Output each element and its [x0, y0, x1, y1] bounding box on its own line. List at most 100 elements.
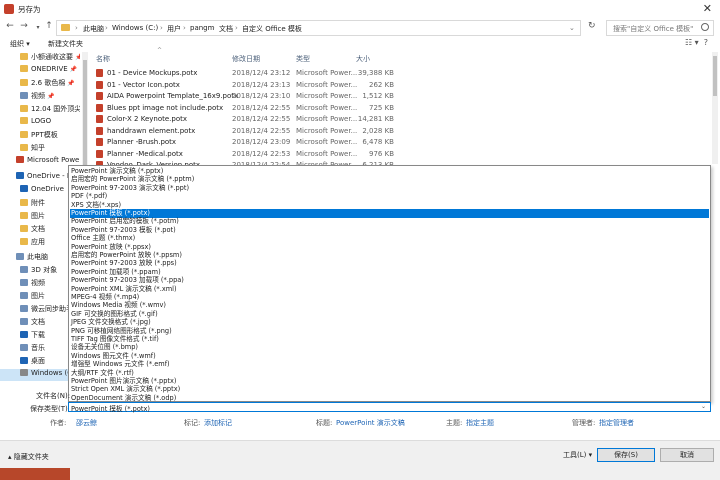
breadcrumb-item[interactable]: 自定义 Office 模板 — [242, 24, 302, 34]
nav-item-label: 2.6 歌色棉 — [31, 79, 66, 87]
search-placeholder: 搜索"自定义 Office 模板" — [613, 25, 694, 33]
dropdown-chevron-icon[interactable]: ⌄ — [569, 24, 575, 32]
back-arrow-icon[interactable]: ← — [4, 21, 16, 31]
folder-icon — [20, 79, 28, 86]
nav-item-label: 应用 — [31, 238, 45, 246]
author-label: 作者: — [50, 419, 67, 427]
column-header-type[interactable]: 类型 — [296, 54, 310, 64]
nav-item[interactable]: 小额通收这要 📌 — [0, 52, 80, 64]
nav-item-label: PPT模板 — [31, 131, 58, 139]
forward-arrow-icon[interactable]: → — [18, 21, 30, 31]
nav-item-label: 视频 — [31, 279, 45, 287]
file-size: 725 KB — [369, 103, 394, 112]
folder-icon — [20, 92, 28, 99]
folder-icon — [20, 53, 28, 60]
nav-item-label: 图片 — [31, 292, 45, 300]
nav-item-label: 知乎 — [31, 144, 45, 152]
folder-icon — [20, 279, 28, 286]
powerpoint-icon — [4, 4, 14, 14]
folder-icon — [20, 144, 28, 151]
file-row[interactable]: Blues ppt image not include.potx 2018/12/… — [92, 103, 402, 114]
powerpoint-file-icon — [96, 115, 103, 123]
column-header-date[interactable]: 修改日期 — [232, 54, 260, 64]
folder-icon — [20, 238, 28, 245]
view-options-icon[interactable]: ☷ ▾ ? — [685, 38, 708, 47]
hide-folders-toggle[interactable]: ▴ 隐藏文件夹 — [8, 452, 49, 462]
nav-item-label: 附件 — [31, 199, 45, 207]
breadcrumb-item[interactable]: Windows (C:) — [112, 24, 158, 32]
breadcrumb-item[interactable]: pangm — [190, 24, 214, 32]
save-button[interactable]: 保存(S) — [597, 448, 655, 462]
address-bar[interactable]: › 此电脑 › Windows (C:) › 用户 › pangm › 文档 ›… — [56, 20, 581, 36]
file-row[interactable]: 01 - Device Mockups.potx 2018/12/4 23:12 M… — [92, 68, 402, 79]
savetype-value: PowerPoint 模板 (*.potx) — [71, 405, 150, 413]
nav-item[interactable]: PPT模板 — [0, 130, 80, 142]
breadcrumb-item[interactable]: 此电脑 — [83, 24, 104, 34]
nav-item[interactable]: ONEDRIVE 📌 — [0, 65, 80, 77]
nav-item-label: ONEDRIVE — [31, 65, 68, 73]
file-row[interactable]: 01 - Vector Icon.potx 2018/12/4 23:13 Micr… — [92, 80, 402, 91]
nav-item[interactable]: LOGO — [0, 117, 80, 129]
tools-button[interactable]: 工具(L) ▾ — [563, 450, 592, 460]
folder-icon — [20, 369, 28, 376]
file-date: 2018/12/4 23:12 — [232, 69, 291, 77]
folder-icon — [20, 266, 28, 273]
powerpoint-file-icon — [96, 69, 103, 77]
file-name: handdrawn element.potx — [107, 126, 196, 135]
organize-button[interactable]: 组织 ▾ — [10, 39, 30, 49]
dialog-footer: ▴ 隐藏文件夹 工具(L) ▾ 保存(S) 取消 — [0, 440, 720, 480]
folder-icon — [20, 331, 28, 338]
title-value[interactable]: PowerPoint 演示文稿 — [336, 418, 405, 428]
title-bar: 另存为 ✕ — [0, 0, 720, 18]
file-row[interactable]: AIDA Powerpoint Template_16x9.potx 2018/1… — [92, 91, 402, 102]
folder-icon — [20, 357, 28, 364]
nav-item-label: LOGO — [31, 117, 52, 125]
folder-icon — [20, 105, 28, 112]
nav-item-label: OneDrive — [31, 185, 64, 193]
cancel-button[interactable]: 取消 — [660, 448, 714, 462]
up-arrow-icon[interactable]: ↑ — [43, 21, 55, 31]
nav-item[interactable]: 12.04 国外顶尖 — [0, 104, 80, 116]
address-row: ← → ▾ ↑ › 此电脑 › Windows (C:) › 用户 › pang… — [0, 18, 720, 38]
new-folder-button[interactable]: 新建文件夹 — [48, 39, 83, 49]
file-size: 976 KB — [369, 149, 394, 158]
file-name: 01 - Device Mockups.potx — [107, 69, 198, 77]
breadcrumb-item[interactable]: 文档 — [219, 24, 233, 34]
nav-item[interactable]: 视频 📌 — [0, 91, 80, 103]
powerpoint-file-icon — [96, 92, 103, 100]
refresh-icon[interactable]: ↻ — [588, 21, 596, 31]
file-row[interactable]: handdrawn element.potx 2018/12/4 22:55 Mic… — [92, 126, 402, 137]
sort-ascending-icon: ^ — [157, 47, 163, 54]
savetype-select[interactable]: PowerPoint 模板 (*.potx) ⌄ — [68, 402, 711, 413]
nav-item-label: 微云同步助手 — [31, 305, 73, 313]
file-row[interactable]: Color-X 2 Keynote.potx 2018/12/4 22:55 Mic… — [92, 114, 402, 125]
subject-value[interactable]: 指定主题 — [466, 418, 494, 428]
hide-folders-label: 隐藏文件夹 — [13, 453, 49, 461]
nav-item-label: 3D 对象 — [31, 266, 58, 274]
nav-item[interactable]: 知乎 — [0, 143, 80, 155]
nav-item-label: 12.04 国外顶尖 — [31, 105, 80, 113]
search-input[interactable]: 搜索"自定义 Office 模板" — [606, 20, 714, 36]
file-date: 2018/12/4 23:10 — [232, 92, 291, 100]
file-row[interactable]: Planner -Medical.potx 2018/12/4 22:53 Micr… — [92, 149, 402, 160]
column-header-name[interactable]: 名称 — [96, 54, 110, 64]
author-value[interactable]: 邵云鲸 — [76, 418, 97, 428]
file-size: 1,512 KB — [362, 92, 394, 100]
folder-icon — [20, 344, 28, 351]
close-icon[interactable]: ✕ — [703, 2, 712, 15]
filename-label: 文件名(N): — [36, 392, 71, 400]
column-header-size[interactable]: 大小 — [356, 54, 370, 64]
tags-value[interactable]: 添加标记 — [204, 418, 232, 428]
file-row[interactable]: Planner -Brush.potx 2018/12/4 23:09 Micros… — [92, 137, 402, 148]
folder-icon — [16, 156, 24, 163]
file-scrollbar-thumb[interactable] — [713, 56, 717, 96]
save-type-dropdown-list[interactable]: PowerPoint 演示文稿 (*.pptx) 启用宏的 PowerPoint … — [68, 165, 711, 402]
folder-icon — [20, 131, 28, 138]
folder-icon — [16, 253, 24, 260]
nav-item[interactable]: 2.6 歌色棉 📌 — [0, 78, 80, 90]
file-date: 2018/12/4 22:55 — [232, 103, 291, 112]
pin-icon: 📌 — [69, 66, 78, 73]
manager-value[interactable]: 指定管理者 — [599, 418, 634, 428]
breadcrumb-item[interactable]: 用户 — [167, 24, 181, 34]
file-name: Blues ppt image not include.potx — [107, 103, 224, 112]
